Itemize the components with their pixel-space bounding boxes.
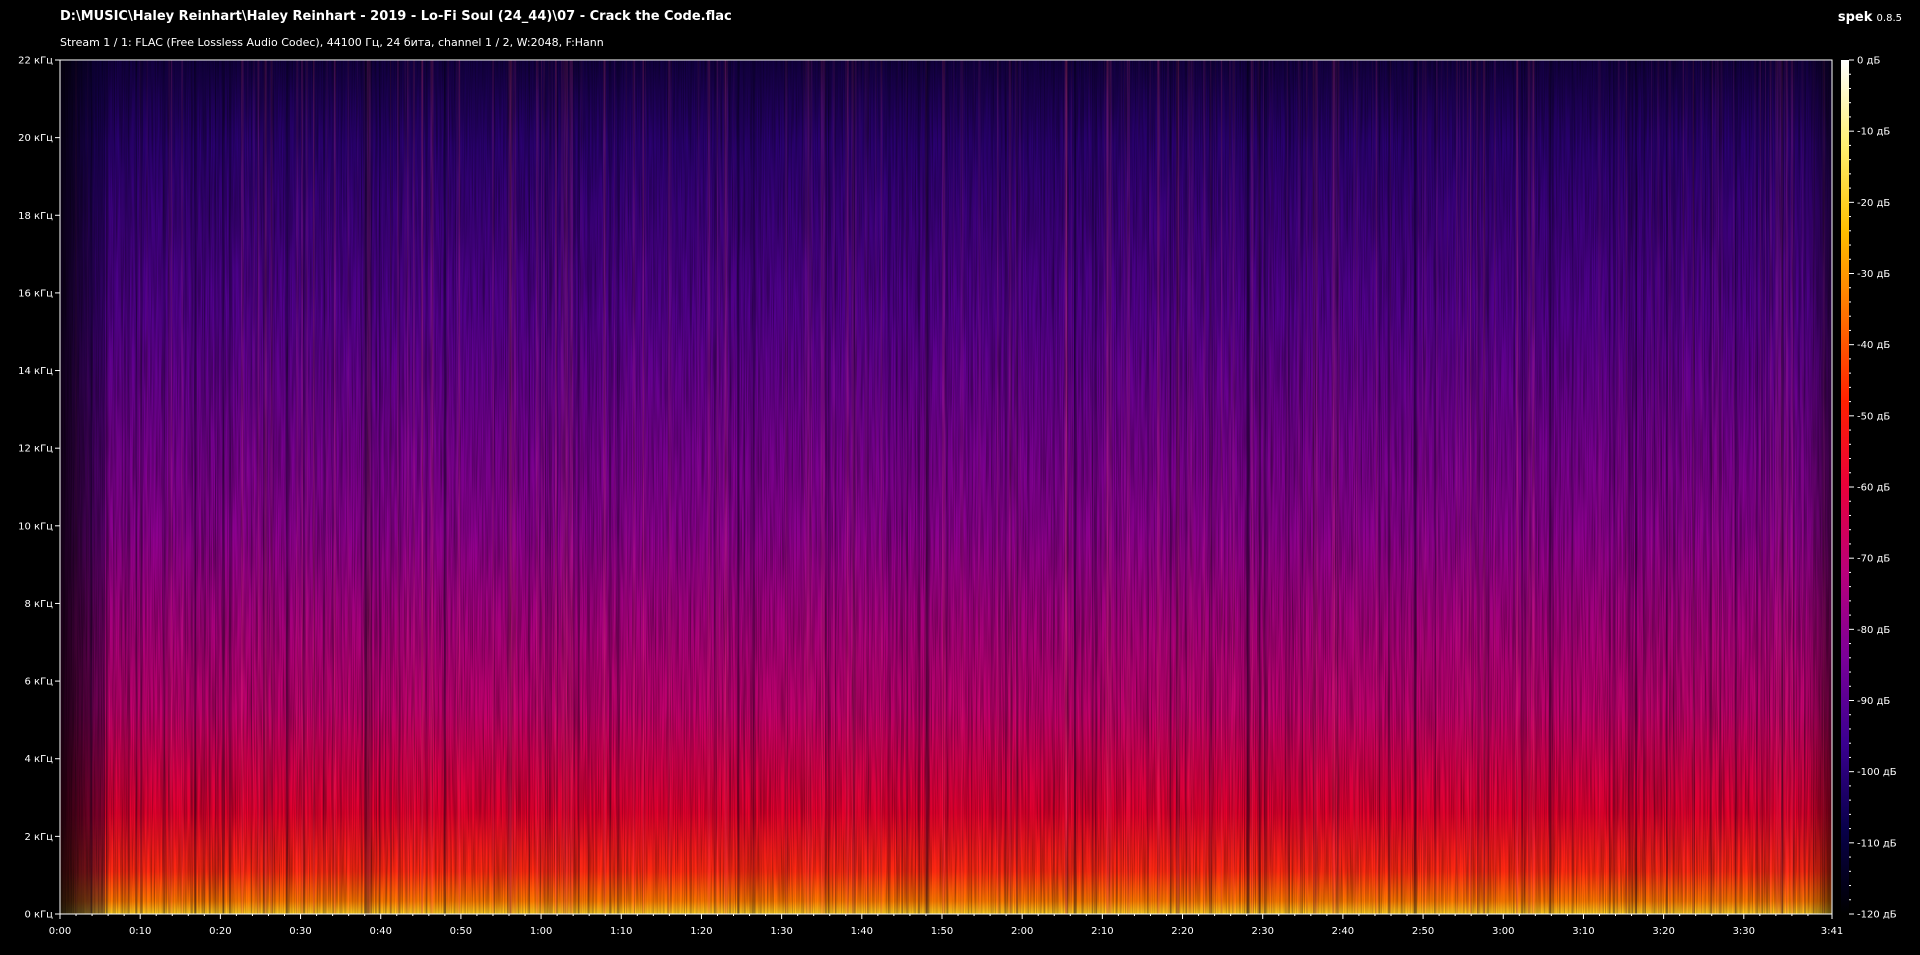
x-tick-label: 2:20 bbox=[1171, 926, 1193, 937]
colorbar-tick-label: -30 дБ bbox=[1857, 269, 1890, 280]
colorbar-tick-label: 0 дБ bbox=[1857, 56, 1880, 67]
x-tick-label: 3:10 bbox=[1572, 926, 1594, 937]
y-tick-label: 22 кГц bbox=[18, 56, 53, 67]
y-tick-label: 18 кГц bbox=[18, 211, 53, 222]
spectrogram-edge-fade bbox=[60, 60, 1832, 914]
x-tick-label: 3:41 bbox=[1821, 926, 1843, 937]
y-tick-label: 8 кГц bbox=[25, 599, 54, 610]
y-tick-label: 14 кГц bbox=[18, 366, 53, 377]
frequency-axis: 0 кГц 2 кГц 4 кГц 6 кГц 8 кГц 10 кГц 12 кГц 14 … bbox=[18, 56, 60, 921]
colorbar-axis: 0 дБ -10 дБ -20 дБ -30 дБ -40 дБ -50 дБ -60 дБ… bbox=[1849, 56, 1897, 921]
colorbar-tick-label: -70 дБ bbox=[1857, 554, 1890, 565]
colorbar-tick-label: -120 дБ bbox=[1857, 910, 1897, 921]
x-tick-label: 1:50 bbox=[931, 926, 953, 937]
x-tick-label: 1:20 bbox=[690, 926, 712, 937]
x-tick-label: 1:40 bbox=[851, 926, 873, 937]
x-tick-label: 2:30 bbox=[1251, 926, 1273, 937]
x-tick-label: 2:10 bbox=[1091, 926, 1113, 937]
x-tick-label: 2:50 bbox=[1412, 926, 1434, 937]
y-tick-label: 4 кГц bbox=[25, 754, 54, 765]
colorbar-tick-label: -110 дБ bbox=[1857, 838, 1897, 849]
x-tick-label: 0:10 bbox=[129, 926, 151, 937]
colorbar-tick-label: -20 дБ bbox=[1857, 198, 1890, 209]
y-tick-label: 2 кГц bbox=[25, 832, 54, 843]
colorbar-tick-label: -10 дБ bbox=[1857, 127, 1890, 138]
x-tick-label: 2:40 bbox=[1332, 926, 1354, 937]
colorbar-tick-label: -100 дБ bbox=[1857, 767, 1897, 778]
y-tick-label: 10 кГц bbox=[18, 521, 53, 532]
y-tick-label: 12 кГц bbox=[18, 444, 53, 455]
x-tick-label: 3:30 bbox=[1733, 926, 1755, 937]
spectrogram-chart: 0 кГц 2 кГц 4 кГц 6 кГц 8 кГц 10 кГц 12 кГц 14 … bbox=[18, 56, 1897, 938]
colorbar-tick-label: -40 дБ bbox=[1857, 340, 1890, 351]
time-axis: 0:00 0:10 0:20 0:30 0:40 0:50 1:00 1:10 1:20 1:30… bbox=[49, 914, 1843, 937]
x-tick-label: 0:30 bbox=[289, 926, 311, 937]
y-tick-label: 20 кГц bbox=[18, 133, 53, 144]
x-tick-label: 3:00 bbox=[1492, 926, 1514, 937]
x-tick-label: 0:00 bbox=[49, 926, 71, 937]
colorbar-tick-label: -50 дБ bbox=[1857, 411, 1890, 422]
colorbar: 0 дБ -10 дБ -20 дБ -30 дБ -40 дБ -50 дБ -60 дБ… bbox=[1841, 56, 1897, 921]
x-tick-label: 1:30 bbox=[770, 926, 792, 937]
colorbar-strip bbox=[1841, 60, 1849, 914]
spectrogram-area bbox=[59, 59, 1833, 915]
y-tick-label: 0 кГц bbox=[25, 910, 54, 921]
y-tick-label: 6 кГц bbox=[25, 677, 54, 688]
x-tick-label: 1:00 bbox=[530, 926, 552, 937]
x-tick-label: 0:50 bbox=[450, 926, 472, 937]
y-tick-label: 16 кГц bbox=[18, 288, 53, 299]
colorbar-tick-label: -80 дБ bbox=[1857, 625, 1890, 636]
colorbar-tick-label: -90 дБ bbox=[1857, 696, 1890, 707]
colorbar-tick-label: -60 дБ bbox=[1857, 483, 1890, 494]
x-tick-label: 2:00 bbox=[1011, 926, 1033, 937]
x-tick-label: 3:20 bbox=[1652, 926, 1674, 937]
x-tick-label: 0:20 bbox=[209, 926, 231, 937]
x-tick-label: 1:10 bbox=[610, 926, 632, 937]
x-tick-label: 0:40 bbox=[369, 926, 391, 937]
